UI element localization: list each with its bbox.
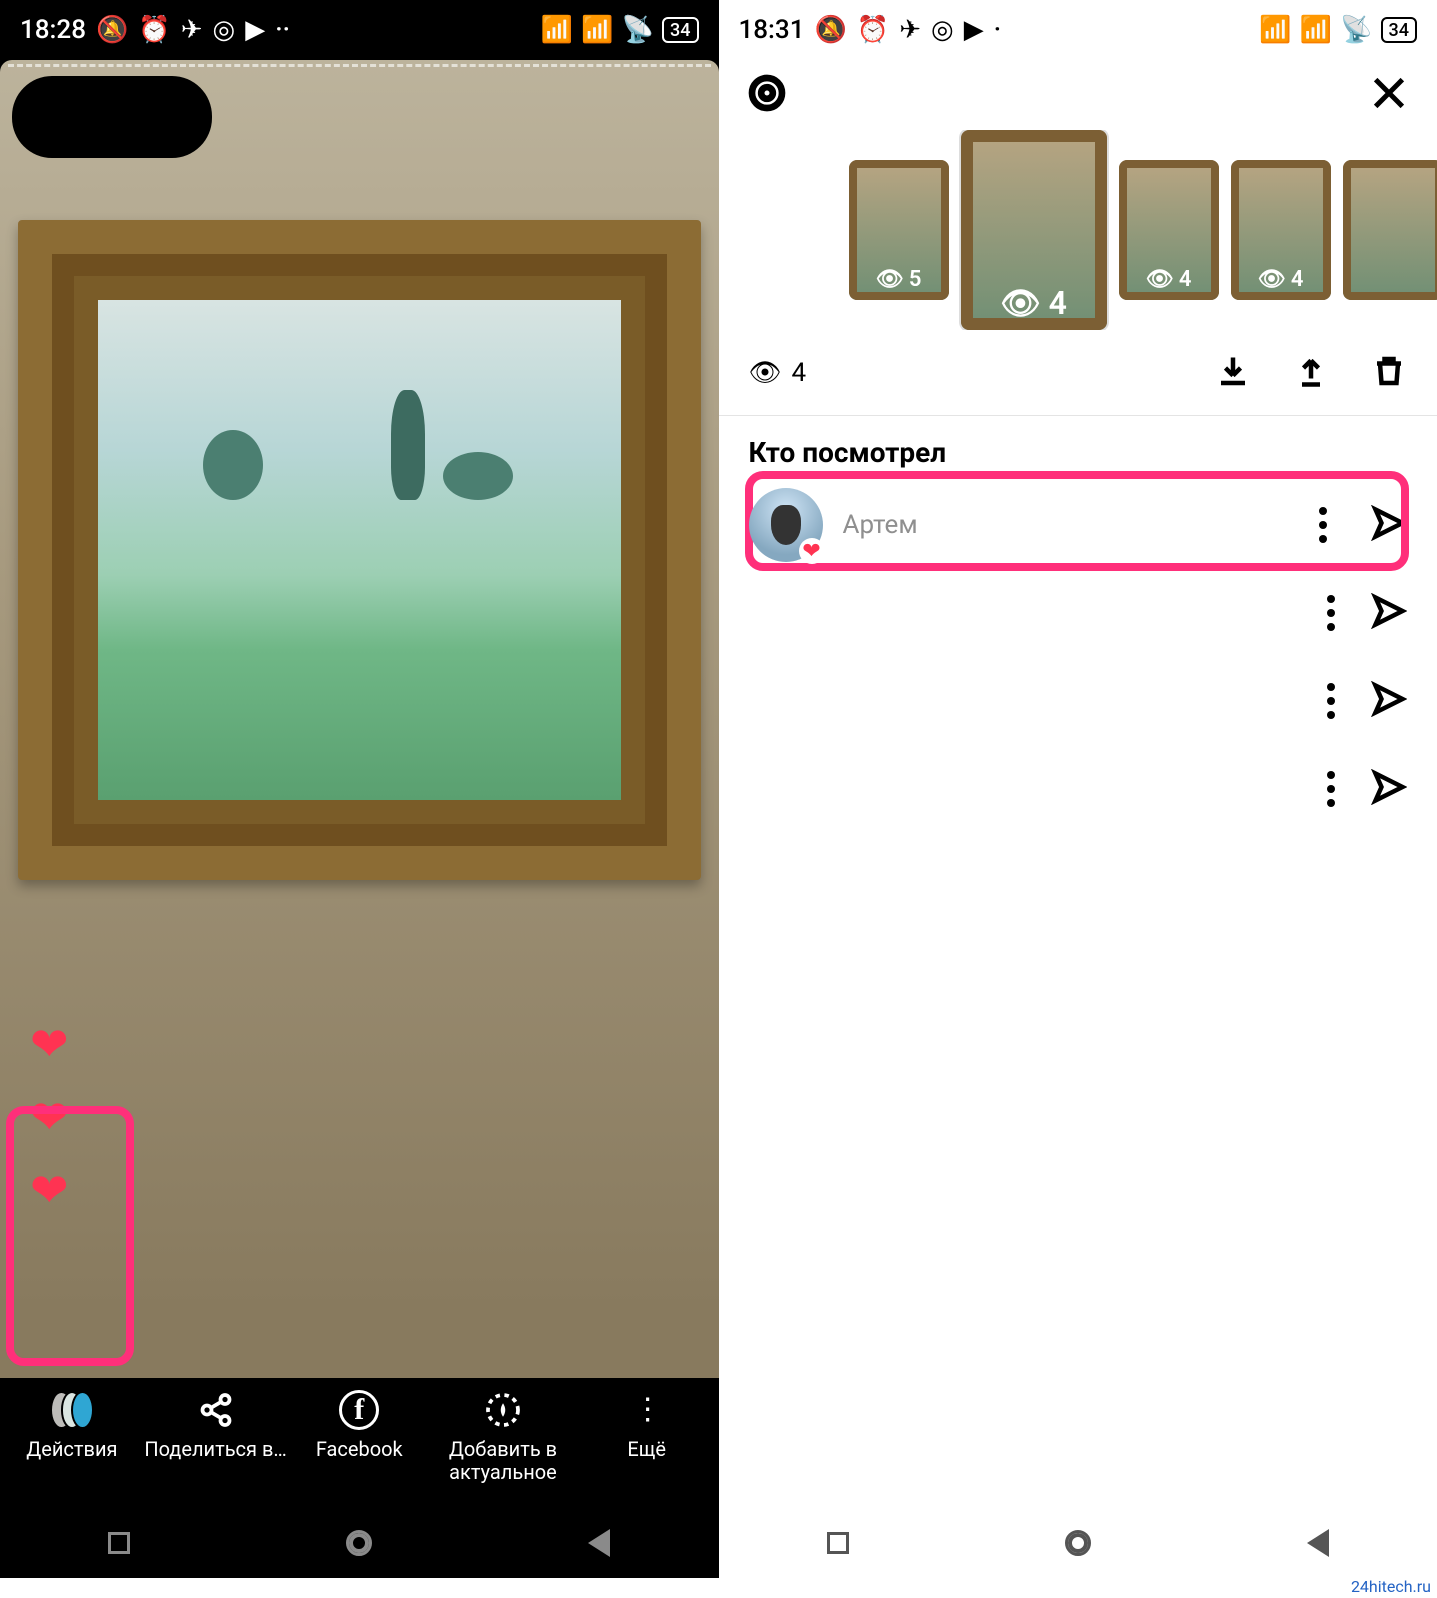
- more-notif-icon: ·: [994, 15, 1001, 45]
- story-thumbnail[interactable]: [1343, 160, 1437, 300]
- more-icon: ⋮: [625, 1388, 669, 1432]
- viewer-options-button[interactable]: [1327, 683, 1335, 719]
- mute-icon: 🔕: [814, 15, 846, 45]
- watermark: 24hitech.ru: [1351, 1577, 1431, 1596]
- mute-icon: 🔕: [96, 15, 128, 45]
- story-toolbar: Действия Поделиться в… f Facebook Добави…: [0, 1378, 719, 1508]
- viewer-row[interactable]: [739, 569, 1418, 657]
- story-viewer-screen: 18:28 🔕 ⏰ ✈ ◎ ▶ ·· 📶 📶 📡 34: [0, 0, 719, 1578]
- youtube-icon: ▶: [245, 15, 265, 45]
- facebook-button[interactable]: f Facebook: [287, 1388, 431, 1461]
- nav-home-icon[interactable]: [346, 1530, 372, 1556]
- viewer-options-button[interactable]: [1327, 595, 1335, 631]
- tutorial-highlight: [745, 471, 1410, 571]
- viewer-row[interactable]: [739, 745, 1418, 833]
- story-thumbnail[interactable]: 👁 5: [849, 160, 949, 300]
- viewer-avatar[interactable]: ❤: [749, 488, 823, 562]
- viewer-row[interactable]: [739, 657, 1418, 745]
- alarm-icon: ⏰: [138, 15, 170, 45]
- highlight-label: Добавить в актуальное: [431, 1438, 575, 1484]
- eye-icon: 👁: [876, 267, 904, 292]
- send-button[interactable]: [1371, 681, 1407, 721]
- share-button[interactable]: Поделиться в…: [144, 1388, 288, 1461]
- highlight-icon: [481, 1388, 525, 1432]
- story-progress: [8, 64, 711, 68]
- chrome-icon: ◎: [213, 15, 236, 45]
- more-button[interactable]: ⋮ Ещё: [575, 1388, 719, 1461]
- eye-icon: 👁: [749, 358, 782, 388]
- signal-icon: 📶: [1300, 15, 1332, 45]
- nav-back-icon[interactable]: [588, 1529, 610, 1557]
- statusbar-right: 18:31 🔕 ⏰ ✈ ◎ ▶ · 📶 📶 📡 34: [719, 0, 1437, 60]
- painting-frame: [18, 220, 701, 880]
- nav-recent-icon[interactable]: [108, 1532, 130, 1554]
- viewers-actions: 👁 4: [719, 330, 1437, 416]
- viewers-topbar: [719, 60, 1437, 130]
- nav-back-icon[interactable]: [1307, 1529, 1329, 1557]
- story-image[interactable]: ❤ ❤ ❤: [0, 60, 719, 1378]
- activity-button[interactable]: Действия: [0, 1388, 144, 1461]
- wifi-icon: 📡: [1340, 15, 1372, 45]
- viewer-options-button[interactable]: [1327, 771, 1335, 807]
- youtube-icon: ▶: [964, 15, 984, 45]
- share-label: Поделиться в…: [144, 1438, 286, 1461]
- download-button[interactable]: [1215, 353, 1251, 393]
- time: 18:31: [739, 15, 805, 45]
- telegram-icon: ✈: [899, 15, 921, 45]
- view-count: 👁 4: [749, 358, 807, 388]
- signal-icon: 📶: [581, 15, 613, 45]
- more-label: Ещё: [627, 1438, 666, 1461]
- add-highlight-button[interactable]: Добавить в актуальное: [431, 1388, 575, 1484]
- nav-recent-icon[interactable]: [827, 1532, 849, 1554]
- close-button[interactable]: [1369, 73, 1409, 117]
- heart-icon: ❤: [30, 1017, 69, 1072]
- facebook-icon: f: [337, 1388, 381, 1432]
- time: 18:28: [20, 15, 86, 45]
- tutorial-highlight: [6, 1106, 134, 1366]
- signal-icon: 📶: [1259, 15, 1291, 45]
- eye-icon: 👁: [1258, 267, 1286, 292]
- statusbar-left: 18:28 🔕 ⏰ ✈ ◎ ▶ ·· 📶 📶 📡 34: [0, 0, 719, 60]
- delete-button[interactable]: [1371, 353, 1407, 393]
- viewers-list: ❤ Артем: [719, 481, 1437, 833]
- facebook-label: Facebook: [316, 1438, 403, 1461]
- eye-icon: 👁: [1000, 284, 1041, 322]
- more-notif-icon: ··: [275, 15, 290, 45]
- story-thumbnail-active[interactable]: 👁 4: [961, 130, 1107, 330]
- settings-button[interactable]: [747, 73, 787, 117]
- viewers-avatars-icon: [50, 1388, 94, 1432]
- activity-label: Действия: [26, 1438, 117, 1461]
- eye-icon: 👁: [1146, 267, 1174, 292]
- signal-icon: 📶: [541, 15, 573, 45]
- alarm-icon: ⏰: [857, 15, 889, 45]
- android-navbar: [0, 1508, 719, 1578]
- viewer-row[interactable]: ❤ Артем: [739, 481, 1418, 569]
- battery-icon: 34: [1381, 17, 1417, 43]
- liked-badge-icon: ❤: [799, 538, 825, 564]
- story-author-pill[interactable]: [12, 76, 212, 158]
- story-thumbnail[interactable]: 👁 4: [1119, 160, 1219, 300]
- chrome-icon: ◎: [931, 15, 954, 45]
- send-button[interactable]: [1371, 593, 1407, 633]
- android-navbar: [719, 1508, 1437, 1578]
- share-icon: [194, 1388, 238, 1432]
- share-button[interactable]: [1293, 353, 1329, 393]
- telegram-icon: ✈: [181, 15, 203, 45]
- story-viewers-screen: 18:31 🔕 ⏰ ✈ ◎ ▶ · 📶 📶 📡 34: [719, 0, 1437, 1578]
- battery-icon: 34: [662, 17, 698, 43]
- story-thumbnails: 👁 5 👁 4 👁 4 👁 4: [719, 130, 1437, 330]
- story-thumbnail[interactable]: 👁 4: [1231, 160, 1331, 300]
- send-button[interactable]: [1371, 769, 1407, 809]
- wifi-icon: 📡: [622, 15, 654, 45]
- nav-home-icon[interactable]: [1065, 1530, 1091, 1556]
